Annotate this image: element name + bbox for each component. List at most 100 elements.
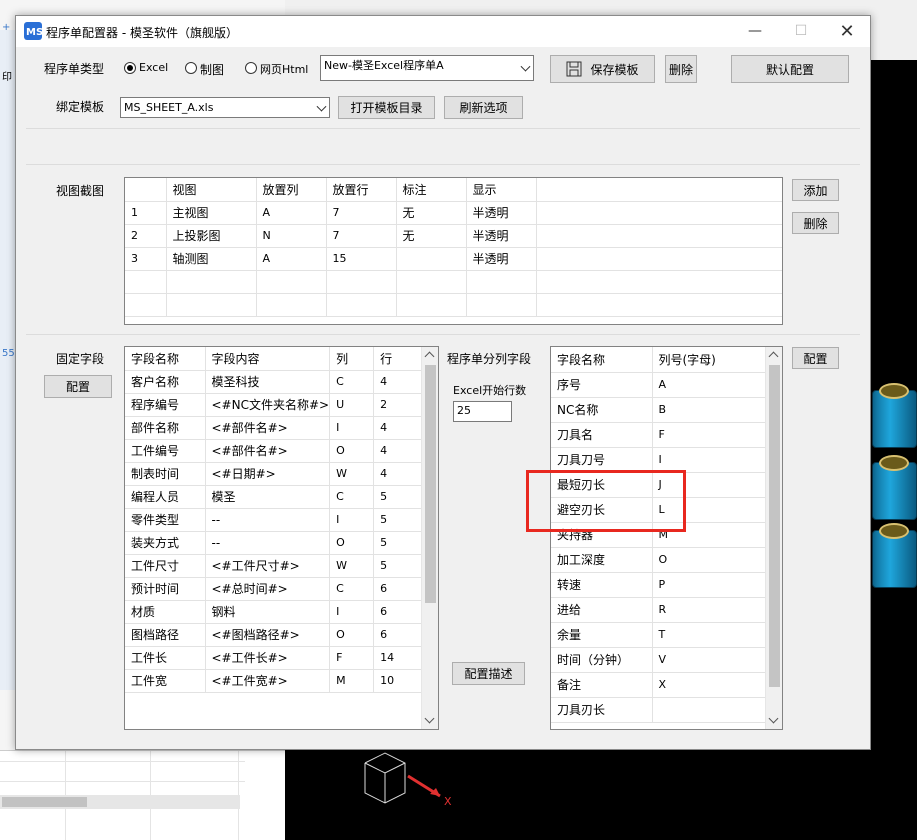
- background-edge-label: +: [2, 22, 11, 33]
- radio-drawing[interactable]: [185, 62, 197, 74]
- view-screenshot-label: 视图截图: [56, 184, 105, 198]
- table-row[interactable]: 编程人员 模圣 C 5: [125, 485, 426, 509]
- cad-part: [872, 383, 917, 448]
- config-description-button[interactable]: 配置描述: [452, 662, 525, 685]
- default-config-button[interactable]: 默认配置: [731, 55, 849, 83]
- table-row[interactable]: 3 轴测图 A 15 半透明: [125, 247, 782, 271]
- table-cell: 刀具刀号: [551, 447, 653, 473]
- table-row[interactable]: 1 主视图 A 7 无 半透明: [125, 201, 782, 225]
- save-template-button[interactable]: 保存模板: [550, 55, 655, 83]
- add-view-button[interactable]: 添加: [792, 179, 839, 201]
- minimize-button[interactable]: —: [732, 16, 778, 47]
- radio-html[interactable]: [245, 62, 257, 74]
- column-fields-config-button[interactable]: 配置: [792, 347, 839, 369]
- delete-template-button[interactable]: 删除: [665, 55, 697, 83]
- scroll-thumb[interactable]: [425, 365, 436, 603]
- excel-start-row-input[interactable]: 25: [453, 401, 512, 422]
- table-cell: 余量: [551, 622, 653, 648]
- table-row[interactable]: NC名称 B: [551, 397, 767, 423]
- table-cell: 5: [373, 508, 426, 532]
- scrollbar[interactable]: [421, 347, 438, 729]
- divider: [26, 128, 860, 129]
- table-row[interactable]: 2 上投影图 N 7 无 半透明: [125, 224, 782, 248]
- table-row[interactable]: 零件类型 -- I 5: [125, 508, 426, 532]
- table-cell: 模圣科技: [205, 370, 331, 394]
- scroll-up-icon[interactable]: [768, 351, 779, 362]
- table-row[interactable]: 工件长 <#工件长#> F 14: [125, 646, 426, 670]
- scrollbar[interactable]: [765, 347, 782, 729]
- view-table[interactable]: 视图 放置列 放置行 标注 显示 1 主视图 A 7 无 半透明 2 上投影图 …: [124, 177, 783, 325]
- background-hscroll[interactable]: [0, 795, 240, 809]
- template-select[interactable]: New-模圣Excel程序单A: [320, 55, 534, 81]
- template-file-select[interactable]: MS_SHEET_A.xls: [120, 97, 330, 118]
- fixed-fields-table[interactable]: 字段名称 字段内容 列 行 客户名称 模圣科技 C 4 程序编号 <#NC文件夹名称#> U…: [124, 346, 439, 730]
- table-row[interactable]: 进给 R: [551, 597, 767, 623]
- table-cell: 工件长: [125, 646, 206, 670]
- table-row[interactable]: 工件编号 <#部件名#> O 4: [125, 439, 426, 463]
- table-cell: T: [652, 622, 767, 648]
- table-cell: X: [652, 672, 767, 698]
- table-cell: R: [652, 597, 767, 623]
- radio-drawing-label: 制图: [200, 63, 225, 77]
- close-button[interactable]: ✕: [824, 16, 870, 47]
- table-row[interactable]: 刀具名 F: [551, 422, 767, 448]
- table-cell: I: [652, 447, 767, 473]
- background-tree-strip: [0, 30, 16, 690]
- radio-excel[interactable]: [124, 62, 136, 74]
- table-row[interactable]: 图档路径 <#图档路径#> O 6: [125, 623, 426, 647]
- table-row[interactable]: 客户名称 模圣科技 C 4: [125, 370, 426, 394]
- scroll-down-icon[interactable]: [424, 713, 435, 724]
- table-cell: F: [329, 646, 375, 670]
- table-row[interactable]: 备注 X: [551, 672, 767, 698]
- table-cell: 4: [373, 462, 426, 486]
- background-edge-label: 55: [2, 348, 15, 359]
- refresh-options-button[interactable]: 刷新选项: [444, 96, 523, 119]
- table-row[interactable]: 加工深度 O: [551, 547, 767, 573]
- maximize-button[interactable]: ☐: [778, 16, 824, 47]
- table-cell: <#工件长#>: [205, 646, 331, 670]
- table-row[interactable]: 时间（分钟） V: [551, 647, 767, 673]
- table-cell: 钢料: [205, 600, 331, 624]
- table-row[interactable]: 预计时间 <#总时间#> C 6: [125, 577, 426, 601]
- cad-part: [872, 523, 917, 588]
- table-row[interactable]: 工件尺寸 <#工件尺寸#> W 5: [125, 554, 426, 578]
- table-cell: 图档路径: [125, 623, 206, 647]
- table-cell: A: [652, 372, 767, 398]
- table-cell: 14: [373, 646, 426, 670]
- table-row[interactable]: 余量 T: [551, 622, 767, 648]
- open-template-dir-button[interactable]: 打开模板目录: [338, 96, 435, 119]
- table-header: 标注: [396, 178, 467, 202]
- table-cell: <#工件宽#>: [205, 669, 331, 693]
- table-header: 行: [373, 347, 426, 371]
- table-row[interactable]: 转速 P: [551, 572, 767, 598]
- table-cell: 时间（分钟）: [551, 647, 653, 673]
- radio-html-label: 网页Html: [260, 63, 309, 76]
- table-row[interactable]: 装夹方式 -- O 5: [125, 531, 426, 555]
- table-row[interactable]: 程序编号 <#NC文件夹名称#> U 2: [125, 393, 426, 417]
- save-icon: [566, 61, 582, 77]
- divider: [26, 334, 860, 335]
- column-fields-table[interactable]: 字段名称 列号(字母) 序号 A NC名称 B 刀具名 F 刀具刀号 I 最短刃长 J 避空刃长 L 夹…: [550, 346, 783, 730]
- scroll-thumb[interactable]: [769, 365, 780, 687]
- scroll-up-icon[interactable]: [424, 351, 435, 362]
- config-dialog: MS 程序单配置器 - 模圣软件（旗舰版） — ☐ ✕ 程序单类型 Excel …: [15, 15, 871, 750]
- excel-start-row-label: Excel开始行数: [453, 384, 527, 397]
- table-cell: M: [329, 669, 375, 693]
- scroll-down-icon[interactable]: [768, 713, 779, 724]
- table-row[interactable]: 制表时间 <#日期#> W 4: [125, 462, 426, 486]
- table-row[interactable]: 部件名称 <#部件名#> I 4: [125, 416, 426, 440]
- bind-template-label: 绑定模板: [56, 100, 105, 114]
- table-cell: V: [652, 647, 767, 673]
- table-cell: 装夹方式: [125, 531, 206, 555]
- table-cell: 程序编号: [125, 393, 206, 417]
- table-cell: O: [329, 531, 375, 555]
- table-row[interactable]: 刀具刀号 I: [551, 447, 767, 473]
- table-row[interactable]: 刀具刃长: [551, 697, 767, 723]
- table-cell: C: [329, 370, 375, 394]
- template-file-value: MS_SHEET_A.xls: [124, 101, 214, 114]
- table-row[interactable]: 材质 钢料 I 6: [125, 600, 426, 624]
- delete-view-button[interactable]: 删除: [792, 212, 839, 234]
- fixed-fields-config-button[interactable]: 配置: [44, 375, 112, 398]
- table-row[interactable]: 工件宽 <#工件宽#> M 10: [125, 669, 426, 693]
- table-row[interactable]: 序号 A: [551, 372, 767, 398]
